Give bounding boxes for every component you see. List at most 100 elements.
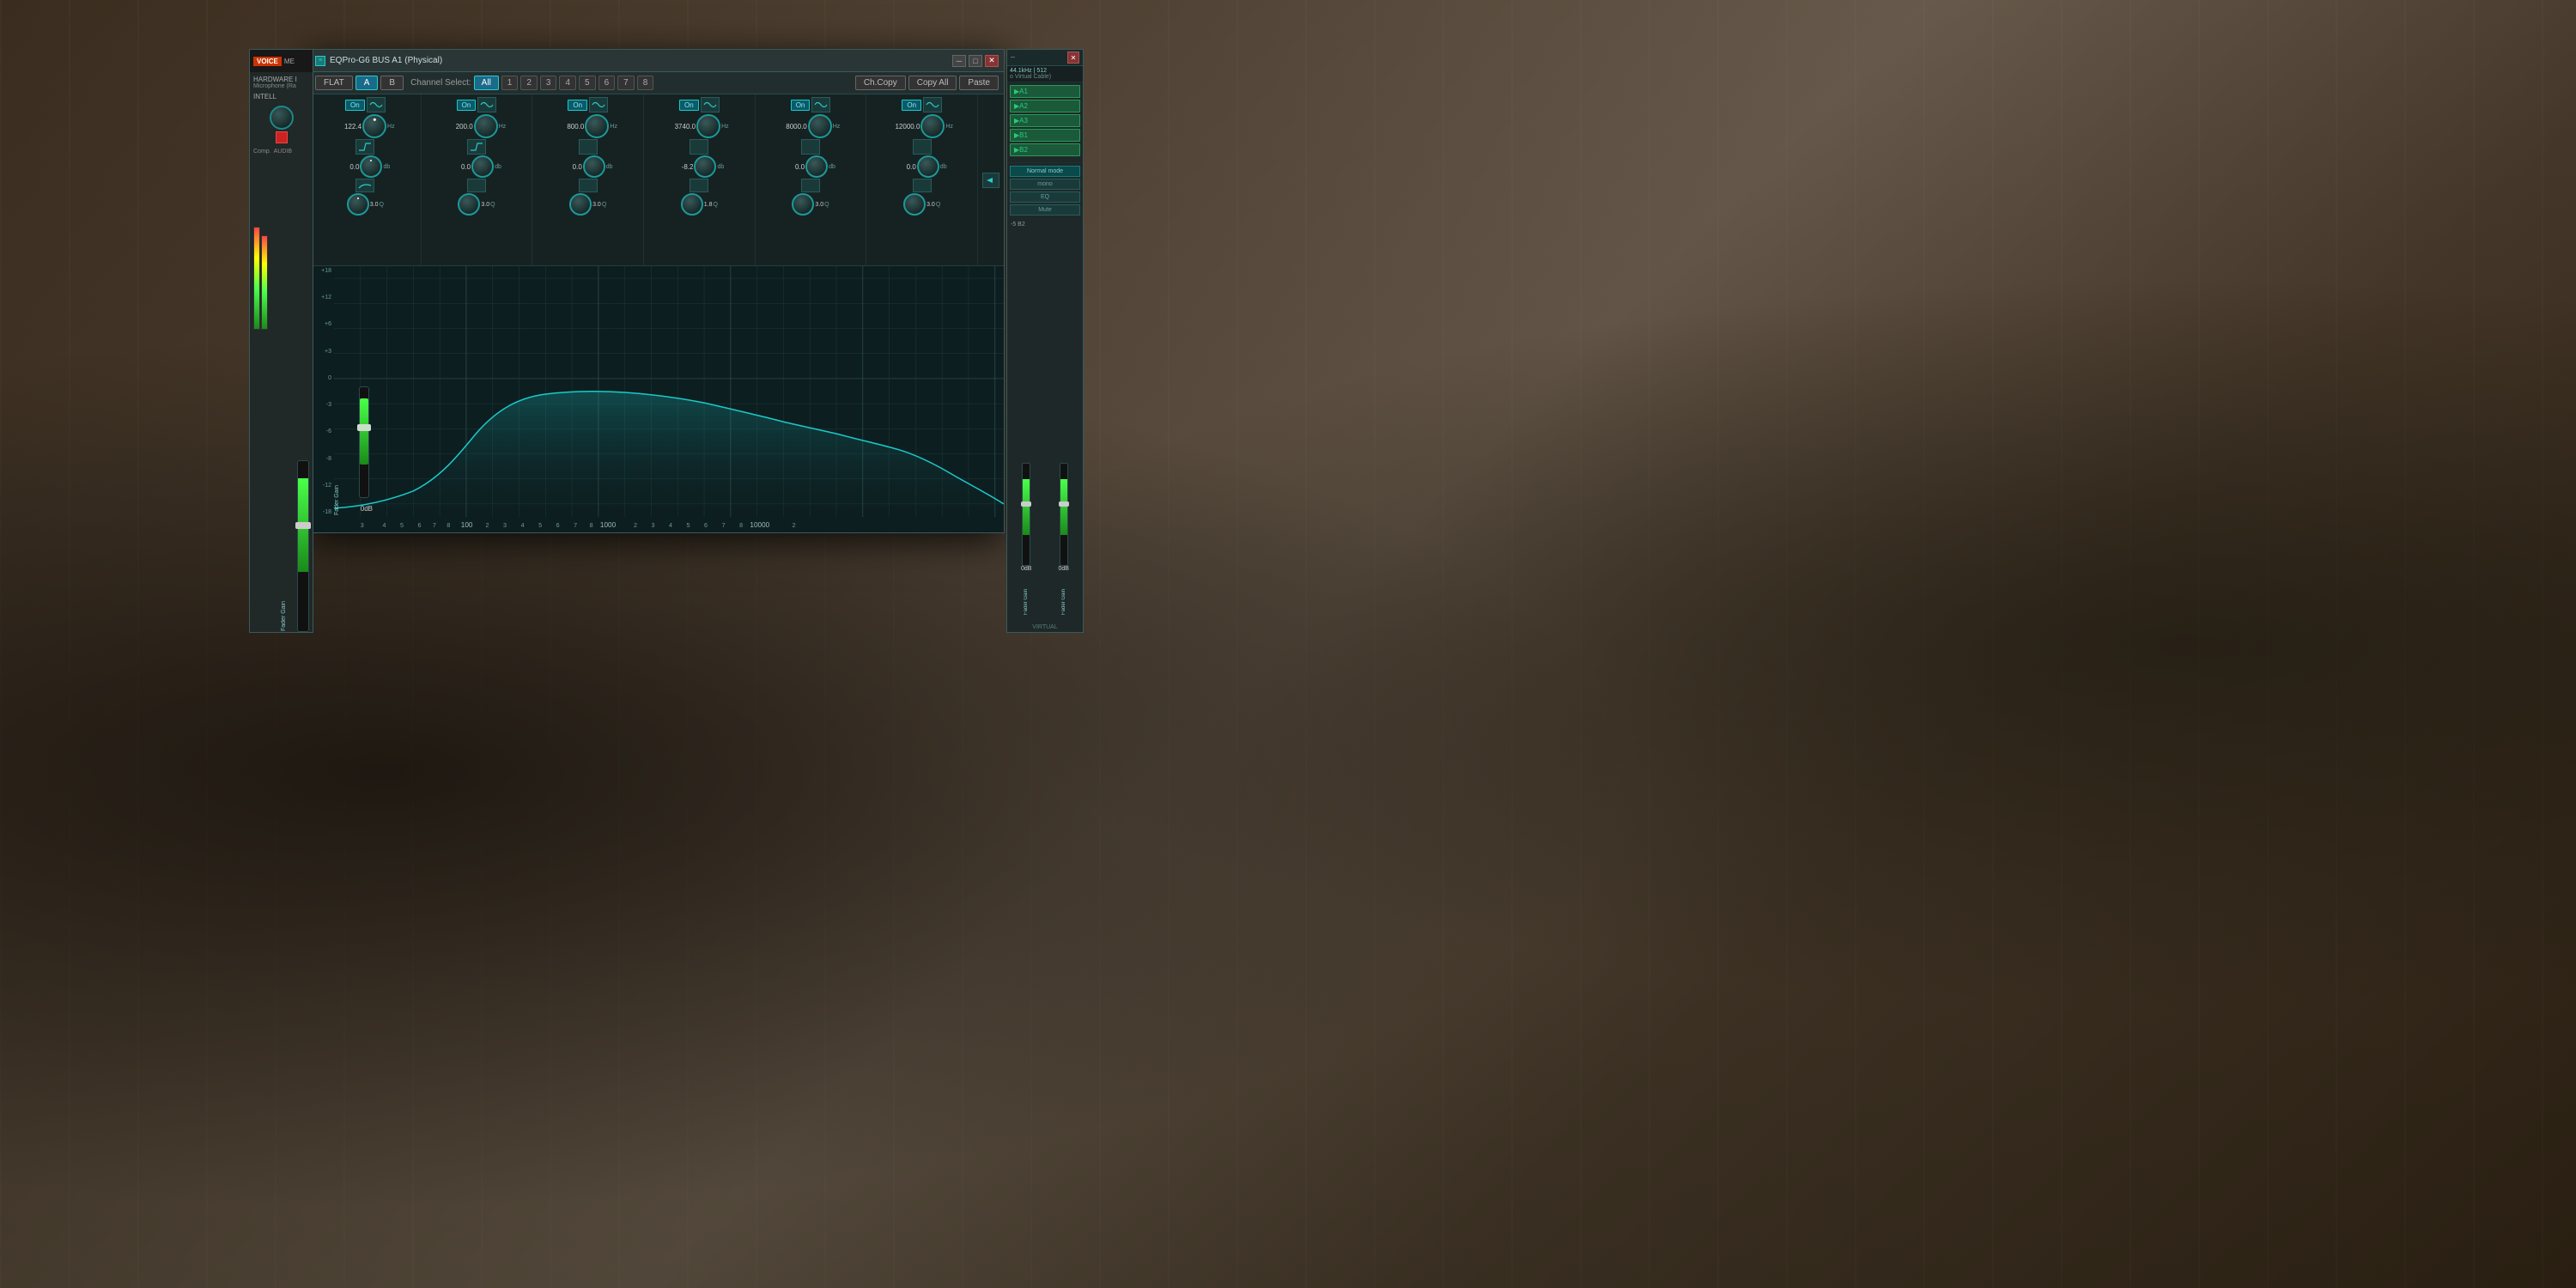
mode-btn-normal[interactable]: Normal mode — [1010, 166, 1080, 177]
band-5-filter-shape[interactable] — [811, 97, 830, 112]
band-5-filter-btn-2[interactable] — [801, 139, 820, 155]
right-fader-2-label: Fader Gain — [1061, 572, 1066, 615]
band-3-gain-knob[interactable] — [583, 155, 605, 178]
band-2-gain-knob[interactable] — [471, 155, 494, 178]
band-4-on-button[interactable]: On — [679, 100, 699, 111]
right-panel-close[interactable]: ✕ — [1067, 52, 1079, 64]
band-1-shape-btn-3[interactable] — [355, 179, 374, 192]
band-2-freq-unit: Hz — [499, 124, 507, 130]
eq-curve-display: +18 +12 +6 +3 0 -3 -6 -8 -12 -18 — [310, 266, 1004, 532]
route-btn-a1[interactable]: ▶A1 — [1010, 85, 1080, 98]
band-3-filter-btn-2[interactable] — [579, 139, 598, 155]
band-4-q-knob[interactable] — [681, 193, 703, 216]
right-fader-2-track[interactable] — [1060, 463, 1068, 566]
band-1-gain-knob[interactable] — [360, 155, 382, 178]
close-button[interactable]: ✕ — [985, 55, 999, 67]
band-3-freq-knob[interactable] — [585, 114, 609, 138]
band-6-q-knob[interactable] — [903, 193, 926, 216]
ch-2-button[interactable]: 2 — [520, 76, 538, 90]
band-3-q-knob[interactable] — [569, 193, 592, 216]
band-4-q-val: 1.8 — [704, 202, 713, 208]
mode-btn-eq[interactable]: EQ — [1010, 191, 1080, 203]
band-arrow-btn[interactable] — [982, 173, 999, 188]
band-6-shape-btn-3[interactable] — [913, 179, 932, 192]
ch-1-button[interactable]: 1 — [501, 76, 519, 90]
band-2-shape-btn-3[interactable] — [467, 179, 486, 192]
eq-curve-svg — [334, 266, 1004, 517]
band-6-freq-knob[interactable] — [920, 114, 945, 138]
band-1-q-knob[interactable] — [347, 193, 369, 216]
right-fader-2-handle[interactable] — [1059, 501, 1069, 507]
restore-button[interactable]: □ — [969, 55, 982, 67]
svg-text:3: 3 — [503, 522, 507, 529]
band-1-on-button[interactable]: On — [345, 100, 365, 111]
band-6-filter-shape[interactable] — [923, 97, 942, 112]
b-button[interactable]: B — [380, 76, 404, 90]
route-btn-a2[interactable]: ▶A2 — [1010, 100, 1080, 112]
band-2-q-unit: Q — [490, 202, 495, 208]
left-fader-handle[interactable] — [295, 522, 311, 529]
copy-all-button[interactable]: Copy All — [908, 76, 957, 90]
band-1-filter-shape[interactable] — [367, 97, 386, 112]
band-4-gain-knob[interactable] — [694, 155, 716, 178]
ch-3-button[interactable]: 3 — [540, 76, 557, 90]
band-2-filter-btn-2[interactable] — [467, 139, 486, 155]
svg-text:2: 2 — [486, 522, 489, 529]
band-6-filter-btn-2[interactable] — [913, 139, 932, 155]
right-fader-1-track[interactable] — [1022, 463, 1030, 566]
band-5-gain-knob[interactable] — [805, 155, 828, 178]
band-4-filter-shape[interactable] — [701, 97, 720, 112]
ch-8-button[interactable]: 8 — [637, 76, 654, 90]
band-4: On 3740.0 Hz -8.2 db — [644, 94, 756, 265]
paste-button[interactable]: Paste — [959, 76, 999, 90]
ch-7-button[interactable]: 7 — [617, 76, 635, 90]
band-6-on-button[interactable]: On — [902, 100, 921, 111]
flat-button[interactable]: FLAT — [315, 76, 353, 90]
ch-6-button[interactable]: 6 — [598, 76, 616, 90]
band-5-shape-btn-3[interactable] — [801, 179, 820, 192]
mode-btn-mono[interactable]: mono — [1010, 179, 1080, 190]
db-label-m3: -3 — [310, 402, 334, 408]
a-button[interactable]: A — [355, 76, 379, 90]
band-1-filter-btn-2[interactable] — [355, 139, 374, 155]
ch-all-button[interactable]: All — [474, 76, 499, 90]
fader-handle[interactable] — [357, 424, 371, 431]
band-5-freq-unit: Hz — [833, 124, 841, 130]
band-4-freq-knob[interactable] — [696, 114, 720, 138]
route-btn-b2[interactable]: ▶B2 — [1010, 143, 1080, 156]
band-2-q-knob[interactable] — [458, 193, 480, 216]
route-btn-a3[interactable]: ▶A3 — [1010, 114, 1080, 127]
minimize-button[interactable]: ─ — [952, 55, 966, 67]
left-panel-knob[interactable] — [270, 106, 294, 130]
band-3-freq-unit: Hz — [610, 124, 617, 130]
band-6-gain-unit: db — [940, 164, 947, 170]
mode-btn-mute[interactable]: Mute — [1010, 204, 1080, 216]
band-2-filter-shape[interactable] — [477, 97, 496, 112]
band-4-shape-btn-3[interactable] — [690, 179, 708, 192]
ch-copy-button[interactable]: Ch.Copy — [855, 76, 906, 90]
band-3-shape-btn-3[interactable] — [579, 179, 598, 192]
svg-text:2: 2 — [793, 522, 796, 529]
fader-track[interactable] — [359, 386, 369, 498]
band-1-q-unit: Q — [379, 202, 383, 208]
band-3-filter-shape[interactable] — [589, 97, 608, 112]
virtual-label: VIRTUAL — [1007, 624, 1083, 630]
ch-5-button[interactable]: 5 — [579, 76, 596, 90]
route-btn-b1[interactable]: ▶B1 — [1010, 129, 1080, 142]
band-3-on-button[interactable]: On — [568, 100, 587, 111]
right-fader-1-handle[interactable] — [1021, 501, 1031, 507]
band-6-gain-knob[interactable] — [917, 155, 939, 178]
left-fader-track[interactable]: 0dB Fader Gain — [297, 460, 309, 632]
band-2-on-button[interactable]: On — [457, 100, 477, 111]
band-4-filter-btn-2[interactable] — [690, 139, 708, 155]
right-fader-1-fill — [1023, 479, 1030, 535]
svg-text:6: 6 — [704, 522, 708, 529]
band-5-freq-knob[interactable] — [808, 114, 832, 138]
band-5-q-knob[interactable] — [792, 193, 814, 216]
band-2-freq-knob[interactable] — [474, 114, 498, 138]
band-2-freq-val: 200.0 — [447, 123, 473, 131]
ch-4-button[interactable]: 4 — [559, 76, 576, 90]
band-1-freq-knob[interactable] — [362, 114, 386, 138]
band-5-on-button[interactable]: On — [791, 100, 811, 111]
svg-text:4: 4 — [382, 522, 386, 529]
